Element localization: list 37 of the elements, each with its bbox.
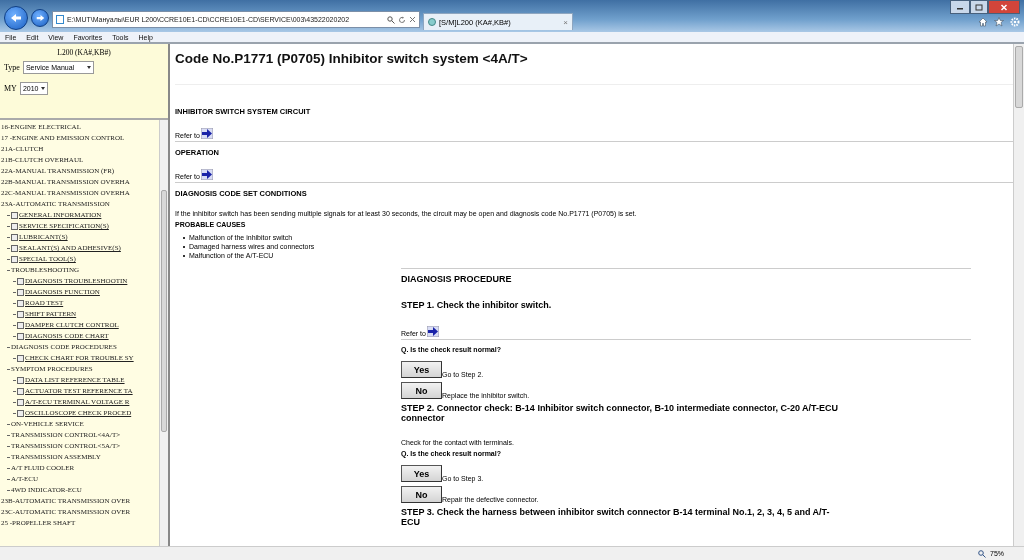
type-label: Type: [4, 63, 20, 72]
answer-button[interactable]: No: [401, 486, 442, 503]
close-icon: [1000, 3, 1008, 11]
step-heading: STEP 1. Check the inhibitor switch.: [401, 300, 553, 310]
dropdown-icon: [86, 66, 91, 69]
dropdown-icon: [40, 87, 45, 90]
settings-icon[interactable]: [1010, 17, 1020, 27]
back-button[interactable]: [4, 6, 28, 30]
answer-button[interactable]: Yes: [401, 465, 442, 482]
arrow-link-icon[interactable]: [200, 128, 213, 139]
procedure-title: DIAGNOSIS PROCEDURE: [401, 274, 513, 284]
answer-button[interactable]: Yes: [401, 361, 442, 378]
answer-button[interactable]: No: [401, 382, 442, 399]
arrow-link-icon[interactable]: [200, 169, 213, 180]
step-heading: STEP 3. Check the harness between inhibitor switch connector B-14 terminal No.1, 2, 3, 4, 5 and A/T-ECU: [401, 507, 831, 527]
star-icon[interactable]: [994, 17, 1004, 27]
refresh-icon[interactable]: [398, 15, 406, 24]
search-icon[interactable]: [387, 15, 395, 24]
page-icon: [56, 15, 64, 24]
close-window-button[interactable]: [988, 0, 1020, 14]
close-icon[interactable]: [409, 16, 416, 23]
page-icon: [428, 18, 436, 26]
forward-button[interactable]: [31, 9, 49, 27]
maximize-button[interactable]: [970, 0, 988, 14]
scrollbar[interactable]: [1013, 44, 1024, 546]
arrow-link-icon[interactable]: [426, 326, 439, 337]
step-heading: STEP 2. Connector check: B-14 Inhibitor switch connector, B-10 intermediate connector, C-20 A/T-ECU connector: [401, 403, 840, 423]
forward-arrow-icon: [35, 14, 45, 22]
page-title: Code No.P1771 (P0705) Inhibitor switch system <4A/T>: [175, 51, 1013, 85]
scrollbar[interactable]: [159, 120, 168, 546]
minimize-button[interactable]: [950, 0, 970, 14]
home-icon[interactable]: [978, 17, 988, 27]
model-year-label: MY: [4, 84, 17, 93]
maximize-icon: [975, 3, 983, 11]
tab-close-button[interactable]: ×: [563, 17, 568, 27]
zoom-icon: [978, 549, 986, 558]
back-arrow-icon: [10, 13, 22, 23]
